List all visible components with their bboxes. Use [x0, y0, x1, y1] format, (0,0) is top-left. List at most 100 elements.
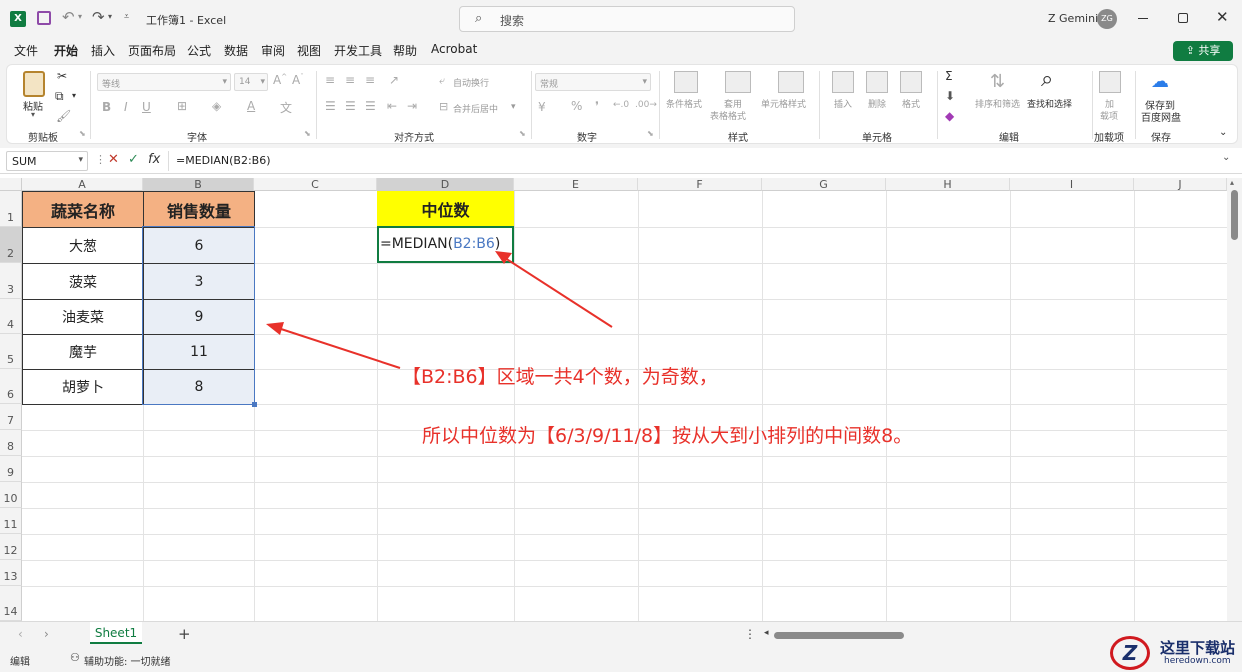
conditional-format-icon[interactable] — [674, 71, 698, 93]
clipboard-launcher-icon[interactable]: ⬊ — [79, 129, 86, 138]
more-options-icon[interactable]: ⋮ — [744, 627, 756, 641]
font-color-icon[interactable]: A — [247, 99, 255, 113]
enter-icon[interactable]: ✓ — [128, 152, 139, 167]
number-format-select[interactable]: 常规 ▾ — [535, 73, 651, 91]
clear-icon[interactable]: ◆ — [945, 109, 954, 123]
align-center-icon[interactable]: ☰ — [345, 99, 356, 113]
cell-style-button[interactable]: 单元格样式 — [761, 97, 806, 110]
save-icon[interactable] — [37, 11, 51, 25]
tab-insert[interactable]: 插入 — [91, 42, 115, 59]
baidu-cloud-icon[interactable]: ☁ — [1151, 71, 1169, 92]
decrease-indent-icon[interactable]: ⇤ — [387, 99, 397, 113]
autosum-icon[interactable]: Σ — [945, 69, 953, 83]
decrease-decimal-icon[interactable]: .00→ — [635, 100, 657, 110]
accessibility-status[interactable]: 辅助功能: 一切就绪 — [84, 653, 171, 668]
share-button[interactable]: ⇪ 共享 — [1173, 41, 1233, 61]
undo-dropdown-icon[interactable]: ▾ — [78, 12, 82, 21]
decrease-font-icon[interactable]: Aˇ — [292, 73, 304, 87]
border-icon[interactable]: ⊞ — [177, 99, 187, 113]
save-baidu-label-2[interactable]: 百度网盘 — [1141, 109, 1181, 124]
tab-formulas[interactable]: 公式 — [187, 42, 211, 59]
font-name-select[interactable]: 等线 ▾ — [97, 73, 231, 91]
more-icon[interactable]: ⋮ — [95, 153, 106, 166]
align-top-icon[interactable]: ≡ — [325, 73, 335, 87]
scroll-left-icon[interactable]: ◂ — [764, 628, 769, 638]
increase-indent-icon[interactable]: ⇥ — [407, 99, 417, 113]
user-name[interactable]: Z Gemini — [1048, 12, 1098, 25]
comma-icon[interactable]: ❜ — [595, 99, 599, 113]
paste-dropdown-icon[interactable]: ▾ — [31, 110, 35, 119]
tab-review[interactable]: 审阅 — [261, 42, 285, 59]
tab-page-layout[interactable]: 页面布局 — [128, 42, 176, 59]
wrap-text-icon[interactable]: ⤶ — [439, 74, 445, 88]
increase-decimal-icon[interactable]: ←.0 — [613, 100, 629, 110]
redo-icon[interactable]: ↷ — [92, 8, 105, 26]
delete-cells-icon[interactable] — [866, 71, 888, 93]
insert-cells-button[interactable]: 插入 — [834, 97, 852, 110]
addins-label-2[interactable]: 载项 — [1100, 109, 1118, 122]
merge-center-icon[interactable]: ⊟ — [439, 100, 448, 113]
insert-cells-icon[interactable] — [832, 71, 854, 93]
undo-icon[interactable]: ↶ — [62, 8, 75, 26]
add-sheet-icon[interactable]: + — [178, 625, 191, 643]
align-middle-icon[interactable]: ≡ — [345, 73, 355, 87]
italic-icon[interactable]: I — [124, 100, 128, 114]
merge-center-button[interactable]: 合并后居中 — [453, 102, 498, 115]
wrap-text-button[interactable]: 自动换行 — [453, 76, 489, 89]
function-icon[interactable]: fx — [148, 152, 160, 167]
vertical-scroll-thumb[interactable] — [1231, 190, 1238, 240]
format-painter-icon[interactable]: 🖌 — [56, 109, 71, 123]
avatar[interactable]: ZG — [1097, 9, 1117, 29]
find-select-icon[interactable]: ⌕ — [1041, 67, 1053, 92]
fill-color-icon[interactable]: ◈ — [212, 99, 221, 113]
tab-view[interactable]: 视图 — [297, 42, 321, 59]
sort-filter-button[interactable]: 排序和筛选 — [975, 97, 1020, 110]
tab-developer[interactable]: 开发工具 — [334, 42, 382, 59]
customize-toolbar-icon[interactable]: ⩡ — [124, 12, 129, 22]
table-format-icon[interactable] — [725, 71, 751, 93]
font-size-select[interactable]: 14 ▾ — [234, 73, 268, 91]
redo-dropdown-icon[interactable]: ▾ — [108, 12, 112, 21]
copy-icon[interactable]: ⧉ — [55, 89, 64, 104]
cut-icon[interactable]: ✂ — [57, 69, 67, 83]
formula-input[interactable]: =MEDIAN(B2:B6) — [176, 154, 271, 167]
vertical-scrollbar[interactable]: ▴ — [1227, 178, 1242, 621]
format-cells-button[interactable]: 格式 — [902, 97, 920, 110]
delete-cells-button[interactable]: 删除 — [868, 97, 886, 110]
collapse-ribbon-icon[interactable]: ⌄ — [1219, 127, 1227, 138]
next-sheet-icon[interactable]: › — [44, 627, 49, 641]
copy-dropdown-icon[interactable]: ▾ — [72, 91, 76, 100]
orientation-icon[interactable]: ↗ — [389, 73, 399, 87]
phonetic-icon[interactable]: 文 — [280, 99, 292, 116]
font-launcher-icon[interactable]: ⬊ — [304, 129, 311, 138]
align-right-icon[interactable]: ☰ — [365, 99, 376, 113]
tab-data[interactable]: 数据 — [224, 42, 248, 59]
accounting-icon[interactable]: ¥ — [538, 100, 546, 114]
number-launcher-icon[interactable]: ⬊ — [647, 129, 654, 138]
worksheet-grid[interactable]: A B C D E F G H I J 1 2 3 4 5 6 7 8 9 10… — [0, 178, 1242, 621]
align-left-icon[interactable]: ☰ — [325, 99, 336, 113]
fill-icon[interactable]: ⬇ — [945, 89, 955, 103]
cancel-icon[interactable]: ✕ — [108, 152, 119, 167]
sort-filter-icon[interactable]: ⇅ — [990, 71, 1005, 92]
close-icon[interactable]: ✕ — [1216, 8, 1229, 26]
tab-help[interactable]: 帮助 — [393, 42, 417, 59]
scroll-up-icon[interactable]: ▴ — [1230, 178, 1234, 187]
tab-file[interactable]: 文件 — [14, 42, 38, 59]
addins-icon[interactable] — [1099, 71, 1121, 93]
align-bottom-icon[interactable]: ≡ — [365, 73, 375, 87]
underline-icon[interactable]: U — [142, 100, 151, 114]
percent-icon[interactable]: % — [571, 99, 582, 113]
conditional-format-button[interactable]: 条件格式 — [666, 97, 702, 110]
horizontal-scroll-thumb[interactable] — [774, 632, 904, 639]
accessibility-icon[interactable]: ⚇ — [70, 651, 80, 664]
alignment-launcher-icon[interactable]: ⬊ — [519, 129, 526, 138]
tab-acrobat[interactable]: Acrobat — [431, 42, 477, 56]
paste-icon[interactable] — [23, 71, 45, 97]
cell-style-icon[interactable] — [778, 71, 804, 93]
table-format-label-2[interactable]: 表格格式 — [710, 109, 746, 122]
sheet-tab-sheet1[interactable]: Sheet1 — [90, 622, 142, 644]
minimize-icon[interactable] — [1138, 18, 1148, 19]
find-select-button[interactable]: 查找和选择 — [1027, 97, 1072, 110]
expand-formula-icon[interactable]: ⌄ — [1222, 152, 1230, 163]
